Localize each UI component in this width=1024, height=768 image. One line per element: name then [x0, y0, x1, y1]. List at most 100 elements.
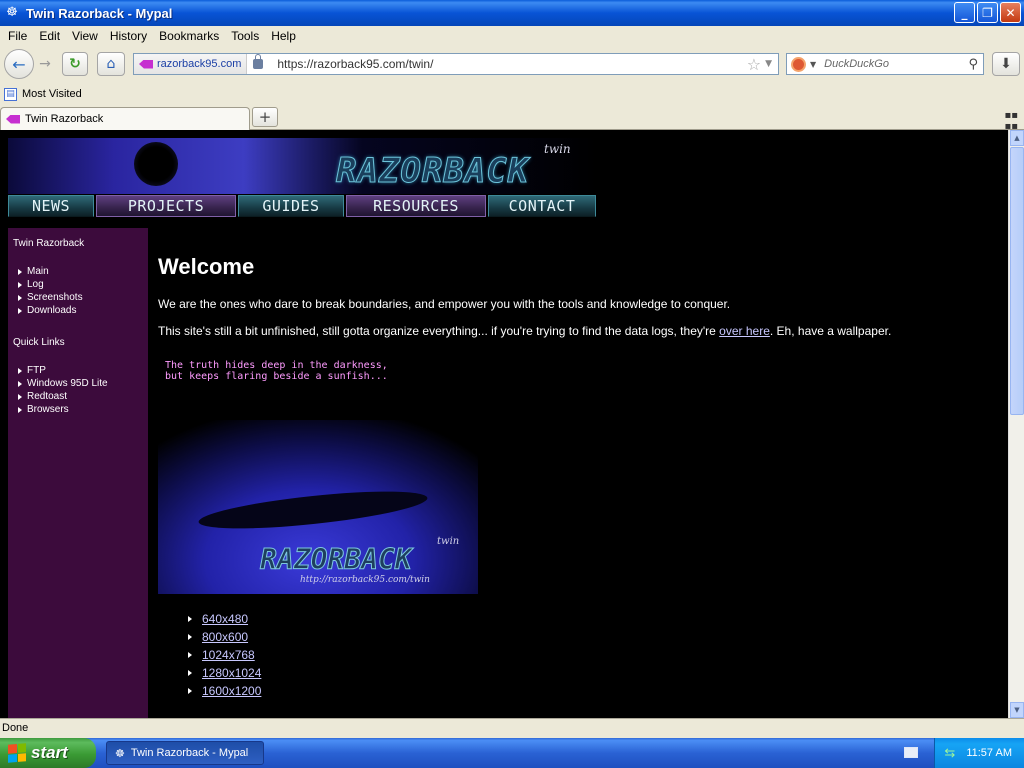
keyboard-icon[interactable] [904, 747, 918, 758]
bullet-arrow-icon [18, 281, 22, 288]
scrollbar-thumb[interactable] [1010, 147, 1024, 415]
list-item: 800x600 [188, 628, 261, 646]
start-button[interactable]: start [0, 738, 96, 768]
quick-link-label: Windows 95D Lite [27, 378, 108, 389]
resolution-link-1024x768[interactable]: 1024x768 [202, 648, 255, 662]
clock[interactable]: 11:57 AM [966, 747, 1012, 759]
title-bar: ☸ Twin Razorback - Mypal _ ❐ ✕ [0, 0, 1024, 26]
menu-history[interactable]: History [104, 29, 153, 43]
site-nav-projects[interactable]: PROJECTS [96, 195, 236, 217]
wallpaper-tagline: The truth hides deep in the darkness, bu… [165, 360, 388, 382]
list-item: 1280x1024 [188, 664, 261, 682]
sidebar-item-downloads[interactable]: Downloads [13, 304, 148, 317]
quick-link-windows-95d-lite[interactable]: Windows 95D Lite [13, 377, 148, 390]
search-bar[interactable]: ▼ DuckDuckGo ⚲ [786, 53, 984, 75]
quick-link-browsers[interactable]: Browsers [13, 403, 148, 416]
forward-button[interactable]: → [34, 52, 56, 76]
url-input[interactable]: https://razorback95.com/twin/ [271, 57, 746, 71]
menu-file[interactable]: File [2, 29, 33, 43]
menu-edit[interactable]: Edit [33, 29, 66, 43]
site-nav-contact[interactable]: CONTACT [488, 195, 596, 217]
menu-help[interactable]: Help [265, 29, 302, 43]
site-identity-button[interactable]: razorback95.com [134, 54, 248, 74]
reload-button[interactable]: ↻ [62, 52, 88, 76]
bookmark-most-visited[interactable]: Most Visited [22, 88, 82, 100]
list-item: 640x480 [188, 610, 261, 628]
bullet-arrow-icon [18, 367, 22, 374]
menu-tools[interactable]: Tools [225, 29, 265, 43]
mypal-taskbar-icon: ☸ [115, 747, 125, 760]
quick-link-ftp[interactable]: FTP [13, 364, 148, 377]
quick-link-redtoast[interactable]: Redtoast [13, 390, 148, 403]
resolution-link-800x600[interactable]: 800x600 [202, 630, 248, 644]
quick-links-list: FTP Windows 95D Lite Redtoast Browsers [13, 364, 148, 416]
bullet-arrow-icon [188, 634, 192, 640]
minimize-button[interactable]: _ [954, 2, 975, 23]
most-visited-icon: ▤ [4, 87, 17, 101]
home-button[interactable]: ⌂ [97, 52, 125, 76]
resolution-list: 640x480 800x600 1024x768 1280x1024 1600x… [188, 610, 261, 700]
vertical-scrollbar[interactable]: ▲ ▼ [1008, 130, 1024, 718]
wallpaper-image: The truth hides deep in the darkness, bu… [158, 356, 478, 594]
site-nav-guides[interactable]: GUIDES [238, 195, 344, 217]
bullet-arrow-icon [18, 268, 22, 275]
scroll-down-icon[interactable]: ▼ [1010, 702, 1024, 718]
search-engine-dropdown-icon[interactable]: ▼ [810, 60, 816, 69]
site-nav: NEWS PROJECTS GUIDES RESOURCES CONTACT [8, 195, 598, 217]
sidebar-item-main[interactable]: Main [13, 265, 148, 278]
bookmark-star-icon[interactable]: ☆ [747, 55, 761, 74]
bullet-arrow-icon [188, 652, 192, 658]
site-nav-resources[interactable]: RESOURCES [346, 195, 486, 217]
tab-list-icon[interactable]: ▪▪ ▪▪ [1004, 110, 1018, 132]
bullet-arrow-icon [18, 294, 22, 301]
menu-view[interactable]: View [66, 29, 104, 43]
quick-links-heading: Quick Links [13, 337, 65, 348]
sidebar-item-log[interactable]: Log [13, 278, 148, 291]
sidebar-item-screenshots[interactable]: Screenshots [13, 291, 148, 304]
maximize-button[interactable]: ❐ [977, 2, 998, 23]
back-button[interactable]: ← [4, 49, 34, 79]
navigation-toolbar: ← → ↻ ⌂ razorback95.com https://razorbac… [0, 46, 1024, 82]
tab-bar: Twin Razorback + ▪▪ ▪▪ [0, 106, 1024, 132]
tab-favicon-icon [6, 114, 20, 124]
windows-logo-icon [8, 743, 26, 763]
site-banner: twin RAZORBACK [8, 138, 598, 194]
url-history-dropdown-icon[interactable]: ▼ [765, 59, 772, 69]
sidebar-main-list: Main Log Screenshots Downloads [13, 265, 148, 317]
reload-icon: ↻ [69, 56, 81, 72]
search-input[interactable]: DuckDuckGo [820, 58, 968, 70]
start-label: start [31, 743, 68, 762]
menu-bookmarks[interactable]: Bookmarks [153, 29, 225, 43]
tab-title: Twin Razorback [25, 113, 104, 125]
download-arrow-icon: ⬇ [1000, 56, 1012, 72]
taskbar: start ☸ Twin Razorback - Mypal ⇆ 11:57 A… [0, 738, 1024, 768]
home-icon: ⌂ [106, 56, 116, 72]
search-icon[interactable]: ⚲ [968, 57, 978, 72]
resolution-link-1280x1024[interactable]: 1280x1024 [202, 666, 261, 680]
tab-twin-razorback[interactable]: Twin Razorback [0, 107, 250, 130]
downloads-button[interactable]: ⬇ [992, 52, 1020, 76]
list-item: 1024x768 [188, 646, 261, 664]
data-logs-link[interactable]: over here [719, 324, 770, 338]
duckduckgo-icon[interactable] [791, 56, 806, 72]
site-identity-label: razorback95.com [157, 58, 242, 70]
scroll-up-icon[interactable]: ▲ [1010, 130, 1024, 146]
page-heading: Welcome [158, 254, 255, 279]
new-tab-button[interactable]: + [252, 107, 278, 127]
bullet-arrow-icon [18, 406, 22, 413]
sidebar-item-label: Screenshots [27, 292, 83, 303]
network-icon[interactable]: ⇆ [944, 746, 958, 760]
resolution-link-640x480[interactable]: 640x480 [202, 612, 248, 626]
status-bar: Done [0, 718, 1024, 738]
mypal-app-icon: ☸ [6, 5, 18, 20]
address-bar[interactable]: razorback95.com https://razorback95.com/… [133, 53, 779, 75]
close-button[interactable]: ✕ [1000, 2, 1021, 23]
site-nav-news[interactable]: NEWS [8, 195, 94, 217]
taskbar-item-mypal[interactable]: ☸ Twin Razorback - Mypal [106, 741, 264, 765]
resolution-link-1600x1200[interactable]: 1600x1200 [202, 684, 261, 698]
sidebar-item-label: Log [27, 279, 44, 290]
list-item: 1600x1200 [188, 682, 261, 700]
system-tray: ⇆ 11:57 AM [934, 738, 1024, 768]
sidebar-item-label: Main [27, 266, 49, 277]
wallpaper-url: http://razorback95.com/twin [300, 575, 430, 585]
